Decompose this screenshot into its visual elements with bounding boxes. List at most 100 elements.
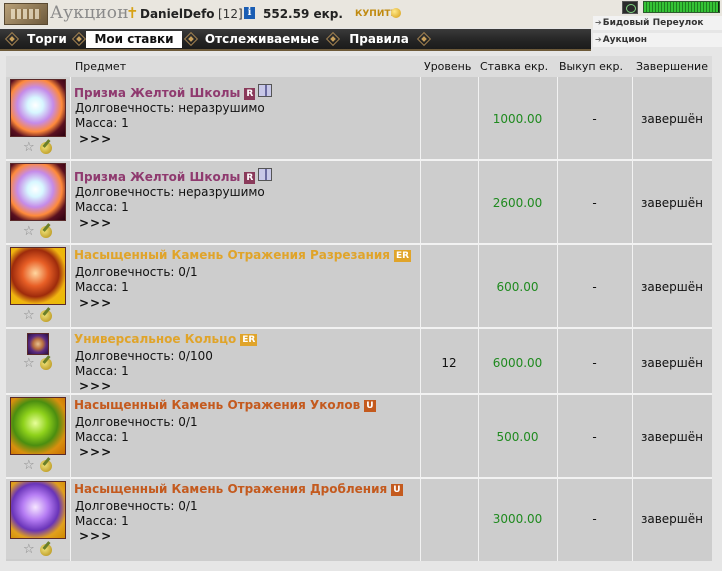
arrow-right-icon: ➔ [595, 18, 602, 27]
location-link-lane[interactable]: ➔Бидовый Переулок [593, 16, 722, 30]
bid-amount: 3000.00 [492, 512, 543, 526]
coin-icon[interactable] [391, 8, 401, 18]
buyout-amount: - [592, 112, 597, 126]
bid-amount: 600.00 [496, 280, 539, 294]
page-title: Аукцион [50, 3, 129, 23]
buyout-amount: - [592, 280, 597, 294]
table-row: ☆ Призма Желтой Школы R Долговечность: не… [6, 161, 712, 245]
repair-icon[interactable] [40, 310, 52, 322]
green-gem-icon[interactable] [10, 397, 66, 455]
repair-icon[interactable] [40, 226, 52, 238]
repair-icon[interactable] [40, 544, 52, 556]
item-icon-cell: ☆ [6, 77, 70, 159]
ring-icon[interactable] [27, 333, 49, 355]
rarity-badge: ER [240, 334, 258, 346]
star-icon[interactable]: ☆ [23, 309, 35, 322]
more-link[interactable]: >>> [79, 296, 112, 310]
item-name[interactable]: Призма Желтой Школы R [74, 84, 273, 100]
auction-status: завершён [640, 280, 703, 294]
item-icon-cell: ☆ [6, 245, 70, 327]
tab-rules[interactable]: Правила [342, 31, 416, 48]
prism-gem-icon[interactable] [10, 163, 66, 221]
rarity-badge: R [244, 88, 256, 100]
bids-table: Предмет Уровень Ставка екр. Выкуп екр. З… [6, 56, 712, 561]
col-buyout: Выкуп екр. [559, 60, 623, 73]
rarity-badge: U [364, 400, 376, 412]
item-name[interactable]: Универсальное Кольцо ER [74, 332, 258, 346]
item-mass: Масса: 1 [75, 116, 129, 130]
col-item: Предмет [75, 60, 127, 73]
red-gem-icon[interactable] [10, 247, 66, 305]
ornament-icon [325, 31, 341, 47]
auction-status: завершён [640, 112, 703, 126]
item-durability: Долговечность: 0/1 [75, 265, 198, 279]
item-durability: Долговечность: неразрушимо [75, 101, 265, 115]
hp-bar [643, 1, 720, 13]
location-label: Аукцион [602, 35, 648, 45]
location-label: Бидовый Переулок [602, 18, 704, 28]
item-name[interactable]: Призма Желтой Школы R [74, 168, 273, 184]
more-link[interactable]: >>> [79, 445, 112, 459]
item-mass: Масса: 1 [75, 200, 129, 214]
auction-status: завершён [640, 512, 703, 526]
item-name[interactable]: Насыщенный Камень Отражения Уколов U [74, 398, 376, 412]
item-durability: Долговечность: 0/100 [75, 349, 213, 363]
ornament-icon [71, 31, 87, 47]
star-icon[interactable]: ☆ [23, 459, 35, 472]
table-row: ☆ Призма Желтой Школы R Долговечность: не… [6, 77, 712, 161]
player-level: [12] [218, 7, 243, 21]
gift-icon [258, 84, 273, 97]
table-row: ☆ Насыщенный Камень Отражения Разрезания… [6, 245, 712, 329]
item-durability: Долговечность: неразрушимо [75, 185, 265, 199]
ornament-icon [416, 31, 432, 47]
player-name[interactable]: DanielDefo [140, 7, 215, 21]
auction-status: завершён [640, 356, 703, 370]
gift-icon [258, 168, 273, 181]
buyout-amount: - [592, 196, 597, 210]
ornament-icon [4, 31, 20, 47]
item-durability: Долговечность: 0/1 [75, 415, 198, 429]
buyout-amount: - [592, 356, 597, 370]
table-row: ☆ Насыщенный Камень Отражения Дробления U… [6, 479, 712, 561]
auction-logo-icon [4, 3, 48, 25]
settings-icon[interactable] [622, 1, 638, 14]
tab-my-bids[interactable]: Мои ставки [86, 31, 182, 48]
rarity-badge: ER [394, 250, 412, 262]
col-level: Уровень [424, 60, 472, 73]
tab-bar: Торги Мои ставки Отслеживаемые Правила [0, 29, 591, 51]
purple-gem-icon[interactable] [10, 481, 66, 539]
buyout-amount: - [592, 512, 597, 526]
bid-amount: 500.00 [496, 430, 539, 444]
bid-amount: 1000.00 [492, 112, 543, 126]
star-icon[interactable]: ☆ [23, 357, 35, 370]
item-mass: Масса: 1 [75, 364, 129, 378]
item-level: 12 [441, 356, 457, 370]
star-icon[interactable]: ☆ [23, 141, 35, 154]
table-row: ☆ Насыщенный Камень Отражения Уколов U До… [6, 395, 712, 479]
item-name[interactable]: Насыщенный Камень Отражения Дробления U [74, 482, 403, 496]
item-mass: Масса: 1 [75, 280, 129, 294]
star-icon[interactable]: ☆ [23, 225, 35, 238]
more-link[interactable]: >>> [79, 132, 112, 146]
repair-icon[interactable] [40, 460, 52, 472]
more-link[interactable]: >>> [79, 216, 112, 230]
more-link[interactable]: >>> [79, 379, 112, 393]
item-durability: Долговечность: 0/1 [75, 499, 198, 513]
more-link[interactable]: >>> [79, 529, 112, 543]
table-header: Предмет Уровень Ставка екр. Выкуп екр. З… [6, 56, 712, 77]
bid-amount: 6000.00 [492, 356, 543, 370]
arrow-right-icon: ➔ [595, 35, 602, 44]
item-icon-cell: ☆ [6, 395, 70, 477]
hp-bar-fill [644, 2, 718, 12]
item-name[interactable]: Насыщенный Камень Отражения Разрезания ER [74, 248, 412, 262]
player-info-icon[interactable]: i [244, 7, 255, 19]
repair-icon[interactable] [40, 358, 52, 370]
auction-status: завершён [640, 430, 703, 444]
star-icon[interactable]: ☆ [23, 543, 35, 556]
tab-watched[interactable]: Отслеживаемые [200, 31, 324, 48]
col-end: Завершение [636, 60, 708, 73]
tab-auctions[interactable]: Торги [22, 31, 72, 48]
location-link-auction[interactable]: ➔Аукцион [593, 33, 722, 47]
prism-gem-icon[interactable] [10, 79, 66, 137]
repair-icon[interactable] [40, 142, 52, 154]
